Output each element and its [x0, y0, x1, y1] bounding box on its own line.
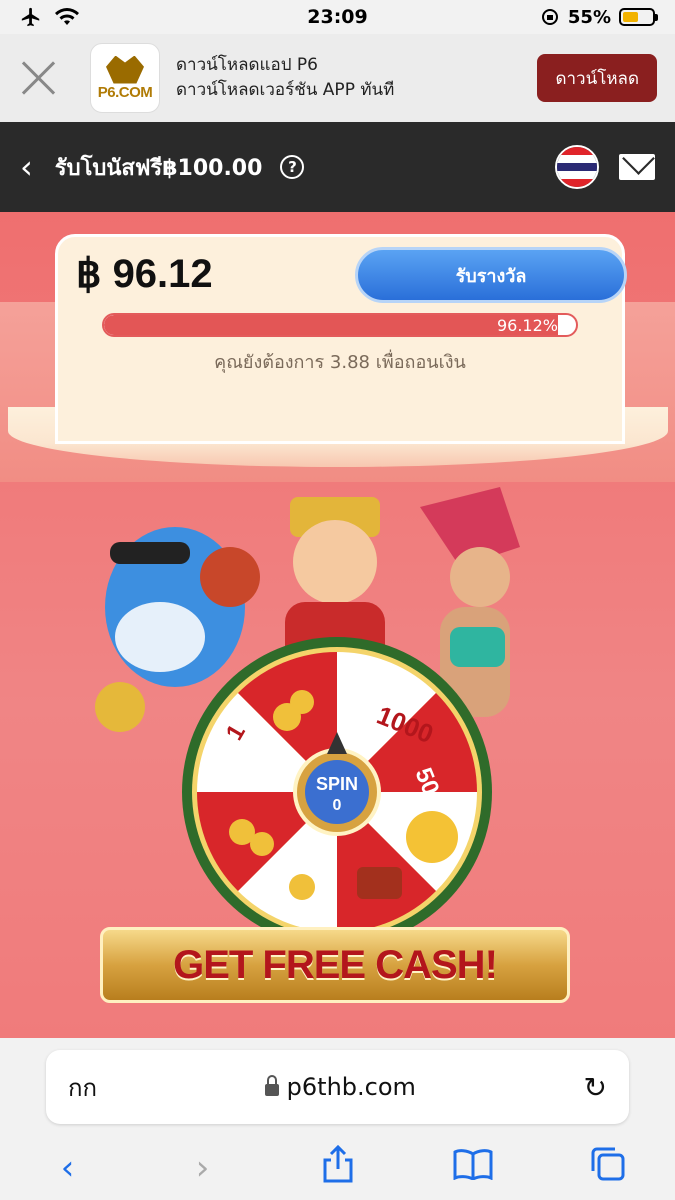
bonus-content: ฿ 96.12 รับรางวัล 96.12% คุณยังต้องการ 3…: [0, 212, 675, 1038]
orientation-lock-icon: [541, 9, 558, 25]
status-right: 55%: [540, 6, 658, 28]
banner-line1: ดาวน์โหลดแอป P6: [176, 55, 318, 75]
wifi-icon: [55, 8, 79, 25]
address-host-text: p6thb.com: [286, 1073, 416, 1101]
page-header: ‹ รับโบนัสฟรี฿100.00 ?: [0, 122, 675, 212]
spin-wheel: 1000 50 1 SPIN 0: [182, 637, 492, 947]
spin-button-label[interactable]: SPIN: [316, 774, 358, 794]
mail-icon[interactable]: [619, 154, 655, 180]
app-logo-text: P6.COM: [97, 83, 153, 101]
help-icon[interactable]: ?: [280, 155, 305, 179]
claim-reward-button[interactable]: รับรางวัล: [355, 247, 627, 303]
progress-fill: [104, 315, 558, 335]
app-logo: P6.COM: [90, 43, 160, 113]
close-icon[interactable]: [18, 58, 58, 98]
withdraw-requirement-text: คุณยังต้องการ 3.88 เพื่อถอนเงิน: [214, 352, 466, 373]
download-button[interactable]: ดาวน์โหลด: [537, 54, 657, 102]
banner-texts: ดาวน์โหลดแอป P6 ดาวน์โหลดเวอร์ชัน APP ทั…: [176, 53, 537, 103]
spin-count: 0: [333, 797, 342, 814]
browser-bottom-bar: กก p6thb.com ↻ ‹ ›: [0, 1038, 675, 1200]
address-host[interactable]: p6thb.com: [97, 1073, 583, 1101]
status-left: [20, 6, 80, 28]
progress-label: 96.12%: [496, 316, 558, 335]
app-download-banner: P6.COM ดาวน์โหลดแอป P6 ดาวน์โหลดเวอร์ชัน…: [0, 34, 675, 122]
progress-bar: 96.12%: [102, 313, 578, 337]
address-bar[interactable]: กก p6thb.com ↻: [46, 1050, 629, 1124]
thai-flag-icon[interactable]: [555, 145, 599, 189]
back-icon[interactable]: ‹: [20, 148, 33, 186]
share-icon[interactable]: [308, 1144, 368, 1192]
status-bar: 23:09 55%: [0, 0, 675, 34]
battery-fill: [623, 12, 639, 22]
tabs-icon[interactable]: [578, 1145, 638, 1192]
back-nav-icon[interactable]: ‹: [38, 1148, 98, 1188]
browser-toolbar: ‹ ›: [0, 1138, 675, 1198]
airplane-icon: [21, 7, 40, 27]
crown-emblem-icon: [106, 55, 144, 84]
promo-art: 1000 50 1 SPIN 0 GET FREE CASH!: [0, 487, 675, 1037]
battery-percent: 55%: [567, 6, 611, 28]
page-title: รับโบนัสฟรี฿100.00: [54, 155, 263, 181]
text-size-button[interactable]: กก: [68, 1068, 97, 1107]
reload-icon[interactable]: ↻: [584, 1071, 607, 1104]
bonus-card: ฿ 96.12 รับรางวัล 96.12% คุณยังต้องการ 3…: [55, 234, 627, 444]
bookmarks-icon[interactable]: [443, 1148, 503, 1189]
battery-icon: [619, 8, 658, 26]
lock-icon: [264, 1075, 279, 1096]
get-free-cash-banner: GET FREE CASH!: [100, 927, 570, 1003]
banner-line2: ดาวน์โหลดเวอร์ชัน APP ทันที: [176, 80, 395, 100]
forward-nav-icon[interactable]: ›: [173, 1148, 233, 1188]
bonus-amount: ฿ 96.12: [76, 252, 213, 296]
